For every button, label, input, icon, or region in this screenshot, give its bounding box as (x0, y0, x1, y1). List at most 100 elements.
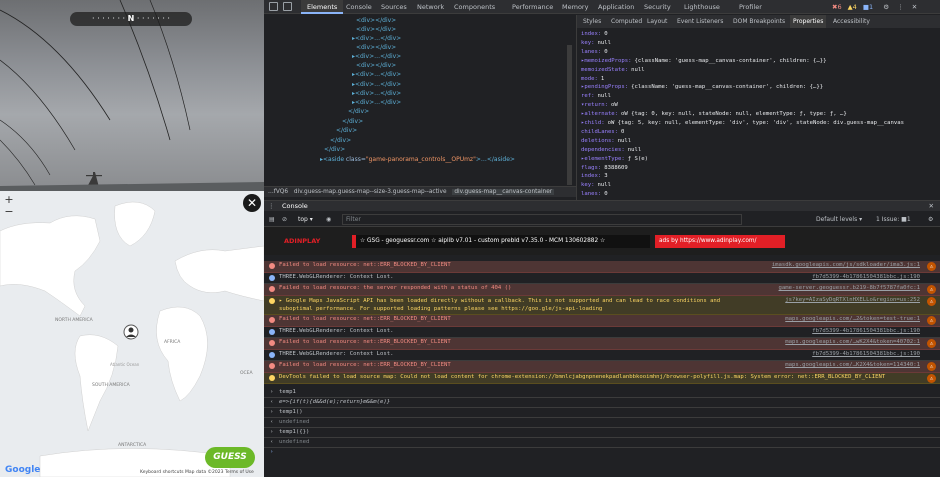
sidebar-toggle-icon[interactable]: ▤ (269, 212, 275, 227)
breadcrumb-item-active[interactable]: div.guess-map__canvas-container (452, 189, 555, 195)
guess-map[interactable]: NORTH AMERICA SOUTH AMERICA AFRICA ANTAR… (0, 191, 264, 477)
tab-accessibility[interactable]: Accessibility (833, 15, 870, 28)
console-output-line[interactable]: ‹ e=>{if(t){d&&d(e);return}m&&m(e)} (264, 398, 940, 408)
ad-banner-link[interactable]: ads by https://www.adinplay.com/ (655, 235, 785, 248)
property-row[interactable]: index: 0 (581, 30, 608, 39)
console-message-warning[interactable]: DevTools failed to load source map: Coul… (264, 373, 940, 384)
console-input-line[interactable]: › temp1({}) (264, 428, 940, 438)
console-input-line[interactable]: › temp1 (264, 388, 940, 398)
issues-button[interactable]: 1 Issue: ■1 (876, 212, 911, 227)
console-source-link[interactable]: js?key=AIzaSyDqRTXlnHXELLo&region=us:252 (785, 297, 920, 303)
property-row[interactable]: dependencies: null (581, 146, 641, 155)
tree-node[interactable]: <div></div> (356, 62, 396, 71)
console-settings-gear-icon[interactable]: ⚙ (928, 212, 933, 227)
error-count-badge[interactable]: ✖6 (832, 3, 842, 11)
property-row[interactable]: deletions: null (581, 137, 631, 146)
property-row[interactable]: ref: null (581, 92, 611, 101)
inspect-icon[interactable] (269, 2, 278, 11)
elements-scrollbar[interactable] (567, 45, 572, 185)
breadcrumb-item[interactable]: …fVQ6 (268, 189, 288, 195)
property-row[interactable]: childLanes: 0 (581, 128, 624, 137)
breadcrumb-item[interactable]: div.guess-map.guess-map--size-3.guess-ma… (294, 189, 447, 195)
tab-network[interactable]: Network (417, 0, 444, 14)
tree-node[interactable]: </div> (342, 118, 363, 127)
tab-dom-breakpoints[interactable]: DOM Breakpoints (733, 15, 785, 28)
log-levels-select[interactable]: Default levels ▾ (816, 212, 862, 227)
close-map-button[interactable]: ✕ (243, 194, 261, 212)
tree-node[interactable]: </div> (324, 146, 345, 155)
properties-pane[interactable]: index: 0 key: null lanes: 0 ▸memoizedProps: {cl… (576, 28, 940, 200)
property-row[interactable]: lanes: 0 (581, 190, 608, 199)
tab-styles[interactable]: Styles (583, 15, 601, 28)
console-source-link[interactable]: imasdk.googleapis.com/js/sdkloader/ima3.… (772, 262, 920, 268)
tab-lighthouse[interactable]: Lighthouse (684, 0, 720, 14)
property-row[interactable]: ▾return: oW (581, 101, 618, 110)
console-message-error[interactable]: Failed to load resource: net::ERR_BLOCKE… (264, 361, 940, 373)
tree-node[interactable]: ▸<div>…</div> (352, 71, 401, 80)
compass-bar[interactable]: · · · · · · · N · · · · · · · (70, 12, 192, 26)
tree-node[interactable]: </div> (336, 127, 357, 136)
elements-tree[interactable]: <div></div> <div></div> ▸<div>…</div> <d… (264, 15, 576, 187)
issue-count-badge[interactable]: ■1 (863, 3, 873, 11)
console-message-error[interactable]: Failed to load resource: the server resp… (264, 284, 940, 296)
property-row[interactable]: key: null (581, 181, 611, 190)
property-row[interactable]: lanes: 0 (581, 48, 608, 57)
tree-node[interactable]: </div> (348, 108, 369, 117)
more-menu-icon[interactable]: ⋮ (897, 3, 904, 11)
console-input-line[interactable]: › temp1() (264, 408, 940, 418)
console-output[interactable]: ADINPLAY ☆ GSG - geoguessr.com ☆ aiplib … (264, 227, 940, 477)
property-row[interactable]: flags: 8388609 (581, 164, 628, 173)
property-row[interactable]: memoizedState: null (581, 66, 645, 75)
console-prompt[interactable]: › (264, 448, 940, 458)
console-source-link[interactable]: maps.googleapis.com/…K2X4&token=114340:1 (785, 362, 920, 368)
console-source-link[interactable]: game-server.geoguessr.b219-8b7f5787fa0fc… (779, 285, 920, 291)
console-message-warning[interactable]: ▸ Google Maps JavaScript API has been lo… (264, 296, 940, 315)
console-message-error[interactable]: Failed to load resource: net::ERR_BLOCKE… (264, 261, 940, 273)
tree-node[interactable]: <div></div> (356, 26, 396, 35)
console-source-link[interactable]: fb7d5399-4b17861504381bbc.js:190 (812, 274, 920, 280)
property-row[interactable]: ▸child: oW {tag: 5, key: null, elementTyp… (581, 119, 904, 128)
tab-sources[interactable]: Sources (381, 0, 407, 14)
property-row[interactable]: ▸elementType: ƒ S(e) (581, 155, 648, 164)
tab-properties[interactable]: Properties (790, 15, 827, 28)
tab-console[interactable]: Console (346, 0, 372, 14)
settings-gear-icon[interactable]: ⚙ (883, 3, 889, 11)
property-row[interactable]: index: 3 (581, 172, 608, 181)
tab-security[interactable]: Security (644, 0, 671, 14)
tree-node[interactable]: ▸<div>…</div> (352, 99, 401, 108)
console-message-info[interactable]: THREE.WebGLRenderer: Context Lost. fb7d53… (264, 273, 940, 284)
console-source-link[interactable]: fb7d5399-4b17861504381bbc.js:190 (812, 351, 920, 357)
zoom-out-button[interactable]: − (3, 206, 15, 218)
tree-node[interactable]: ▸<div>…</div> (352, 53, 401, 62)
warning-count-badge[interactable]: ▲4 (848, 3, 857, 11)
property-row[interactable]: ▸alternate: oW {tag: 0, key: null, stateN… (581, 110, 847, 119)
map-attribution[interactable]: Keyboard shortcuts Map data ©2023 Terms … (140, 470, 254, 475)
console-output-line[interactable]: ‹ undefined (264, 438, 940, 448)
tree-node[interactable]: </div> (330, 137, 351, 146)
console-source-link[interactable]: maps.googleapis.com/…wK2X4&token=40702:1 (785, 339, 920, 345)
eye-icon[interactable]: ◉ (326, 212, 331, 227)
console-message-error[interactable]: Failed to load resource: net::ERR_BLOCKE… (264, 315, 940, 327)
tab-performance[interactable]: Performance (512, 0, 553, 14)
tree-node[interactable]: ▸<div>…</div> (352, 81, 401, 90)
drawer-menu-icon[interactable]: ⋮ (268, 201, 275, 212)
tree-node[interactable]: ▸<div>…</div> (352, 35, 401, 44)
status-badges[interactable]: ✖6 ▲4 ■1 ⚙ ⋮ ✕ (832, 0, 917, 14)
console-drawer-tab[interactable]: Console (282, 201, 308, 212)
tab-components[interactable]: Components (454, 0, 495, 14)
filter-input[interactable]: Filter (342, 214, 742, 225)
console-message-error[interactable]: Failed to load resource: net::ERR_BLOCKE… (264, 338, 940, 350)
console-message-info[interactable]: THREE.WebGLRenderer: Context Lost. fb7d53… (264, 350, 940, 361)
tree-node[interactable]: ▸<div>…</div> (352, 90, 401, 99)
tab-elements[interactable]: Elements (301, 0, 344, 14)
property-row[interactable]: ▸pendingProps: {className: 'guess-map__ca… (581, 83, 823, 92)
tree-node[interactable]: <div></div> (356, 17, 396, 26)
world-map[interactable]: NORTH AMERICA SOUTH AMERICA AFRICA ANTAR… (0, 191, 264, 477)
console-source-link[interactable]: fb7d5399-4b17861504381bbc.js:190 (812, 328, 920, 334)
property-row[interactable]: key: null (581, 39, 611, 48)
tab-computed[interactable]: Computed (611, 15, 642, 28)
tree-node[interactable]: <div></div> (356, 44, 396, 53)
tab-application[interactable]: Application (598, 0, 634, 14)
street-view-panorama[interactable]: · · · · · · · N · · · · · · · (0, 0, 264, 191)
tree-node-aside[interactable]: ▸<aside class="game-panorama_controls__O… (320, 156, 515, 165)
